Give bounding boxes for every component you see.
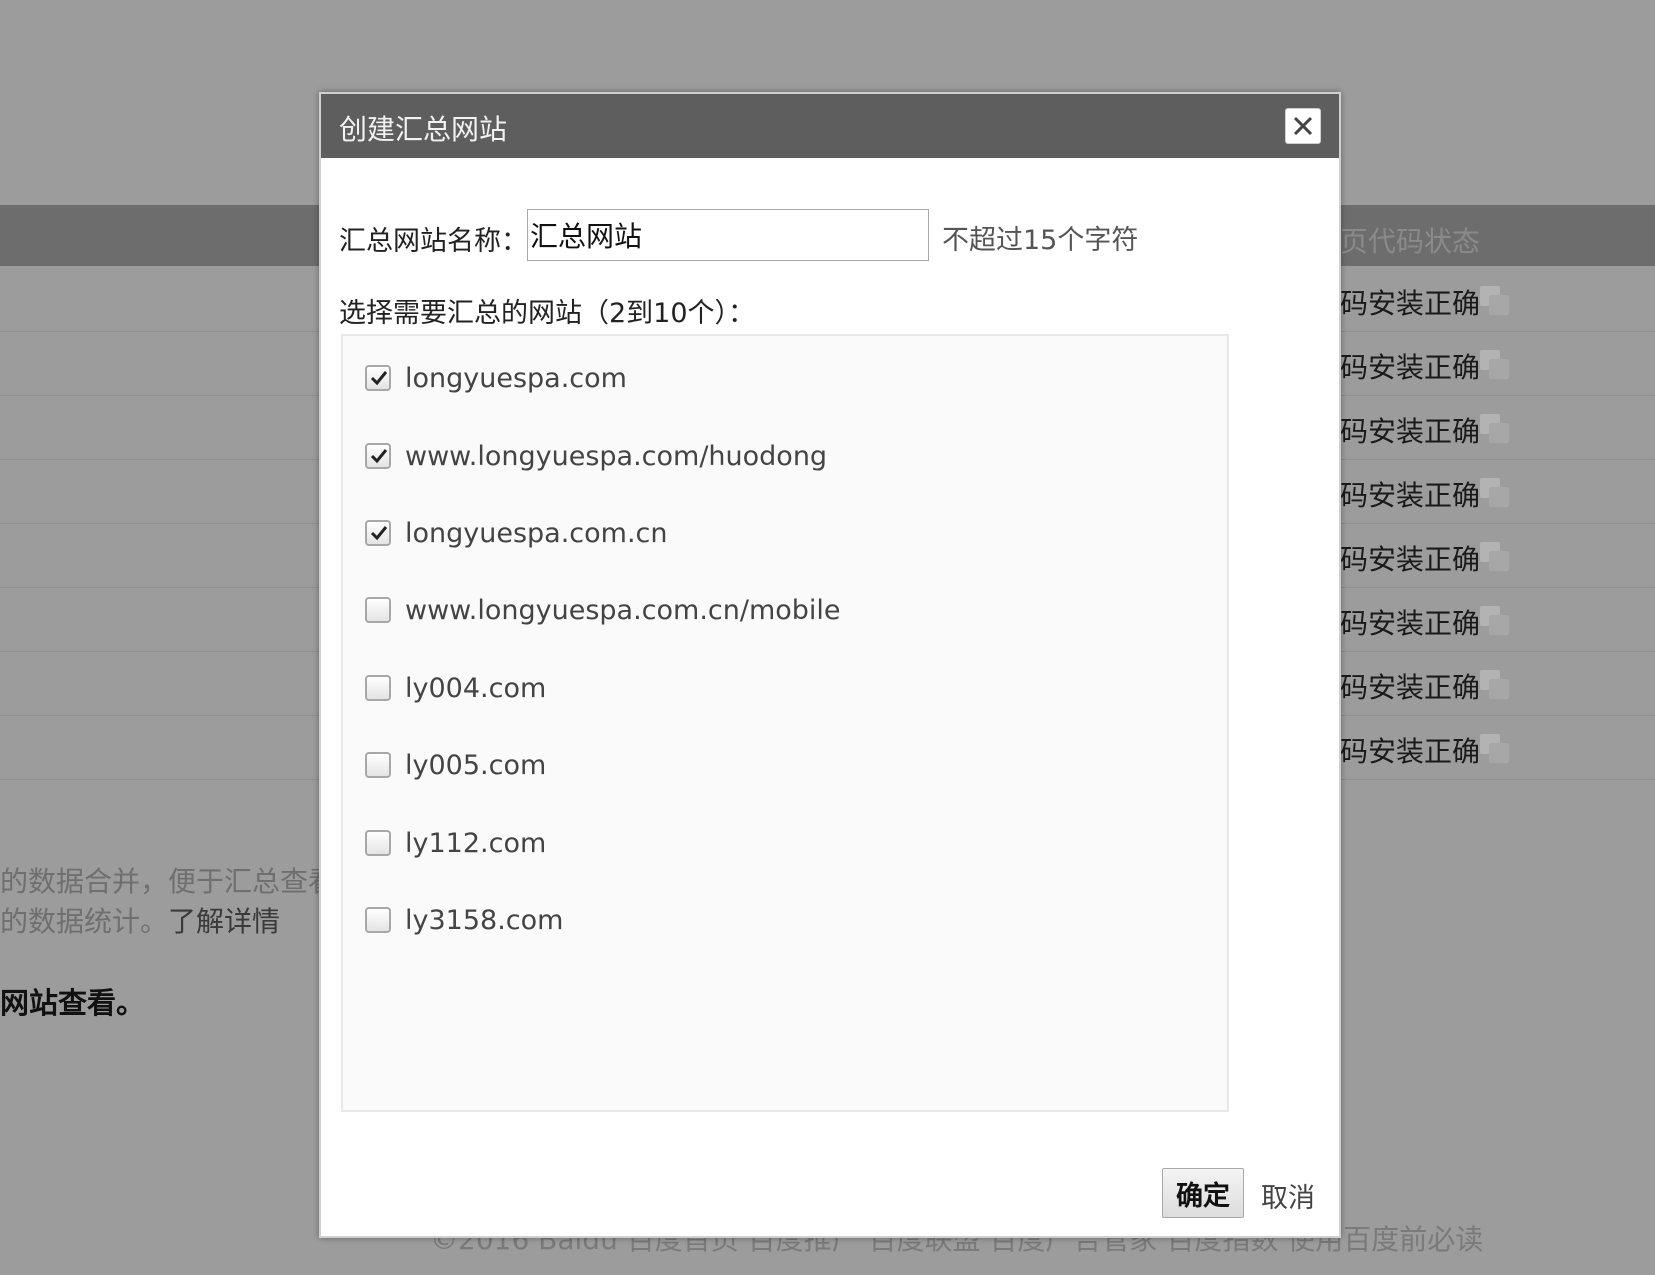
site-checkbox[interactable]	[365, 365, 391, 391]
site-option[interactable]: www.longyuespa.com.cn/mobile	[365, 590, 841, 630]
site-name-input[interactable]	[527, 209, 929, 261]
row-status-text: 码安装正确	[1340, 607, 1481, 640]
cancel-link[interactable]: 取消	[1261, 1176, 1315, 1215]
site-checkbox[interactable]	[365, 830, 391, 856]
copy-icon[interactable]	[1480, 670, 1510, 700]
site-option[interactable]: longyuespa.com.cn	[365, 513, 668, 553]
site-option[interactable]: ly112.com	[365, 823, 546, 863]
description-text: 的数据统计。	[0, 905, 169, 938]
learn-more-link[interactable]: 了解详情	[168, 905, 280, 938]
site-checkbox[interactable]	[365, 675, 391, 701]
copy-icon[interactable]	[1480, 350, 1510, 380]
site-label: longyuespa.com.cn	[405, 517, 668, 549]
copy-icon[interactable]	[1480, 414, 1510, 444]
site-option[interactable]: ly005.com	[365, 745, 546, 785]
row-status-text: 码安装正确	[1340, 543, 1481, 576]
site-label: www.longyuespa.com/huodong	[405, 440, 828, 472]
checkmark-icon	[370, 526, 388, 541]
row-status-text: 码安装正确	[1340, 735, 1481, 768]
site-label: ly005.com	[405, 749, 547, 781]
site-label: www.longyuespa.com.cn/mobile	[405, 594, 841, 626]
site-checkbox-list: longyuespa.com www.longyuespa.com/huodon…	[341, 334, 1229, 1112]
site-name-label: 汇总网站名称：	[339, 226, 528, 257]
site-option[interactable]: www.longyuespa.com/huodong	[365, 436, 827, 476]
create-summary-site-dialog: 创建汇总网站 汇总网站名称： 不超过15个字符 选择需要汇总的网站（2到10个）…	[319, 92, 1341, 1238]
site-label: ly3158.com	[405, 904, 564, 936]
copy-icon[interactable]	[1480, 734, 1510, 764]
dialog-titlebar: 创建汇总网站	[321, 94, 1339, 158]
site-checkbox[interactable]	[365, 443, 391, 469]
row-status-text: 码安装正确	[1340, 287, 1481, 320]
site-label: longyuespa.com	[405, 362, 627, 394]
row-status-text: 码安装正确	[1340, 479, 1481, 512]
copy-icon[interactable]	[1480, 286, 1510, 316]
site-checkbox[interactable]	[365, 907, 391, 933]
copy-icon[interactable]	[1480, 478, 1510, 508]
column-header-status: 页代码状态	[1340, 225, 1481, 258]
notice-text: 网站查看。	[0, 986, 146, 1020]
site-option[interactable]: ly004.com	[365, 668, 546, 708]
site-option[interactable]: longyuespa.com	[365, 358, 627, 398]
description-line: 的数据统计。了解详情	[0, 900, 280, 940]
row-status-text: 码安装正确	[1340, 351, 1481, 384]
dialog-title: 创建汇总网站	[339, 113, 508, 146]
site-checkbox[interactable]	[365, 520, 391, 546]
site-checkbox[interactable]	[365, 597, 391, 623]
site-name-hint: 不超过15个字符	[942, 225, 1139, 256]
site-label: ly004.com	[405, 672, 547, 704]
checkmark-icon	[370, 371, 388, 386]
row-status-text: 码安装正确	[1340, 415, 1481, 448]
site-checkbox[interactable]	[365, 752, 391, 778]
row-status-text: 码安装正确	[1340, 671, 1481, 704]
description-line: 的数据合并，便于汇总查看	[0, 865, 337, 898]
copy-icon[interactable]	[1480, 542, 1510, 572]
site-label: ly112.com	[405, 827, 547, 859]
close-button[interactable]	[1285, 108, 1321, 144]
checkmark-icon	[370, 449, 388, 464]
confirm-button[interactable]: 确定	[1162, 1168, 1244, 1218]
copy-icon[interactable]	[1480, 606, 1510, 636]
site-option[interactable]: ly3158.com	[365, 900, 563, 940]
close-icon	[1293, 116, 1313, 136]
select-sites-label: 选择需要汇总的网站（2到10个）：	[339, 298, 756, 329]
